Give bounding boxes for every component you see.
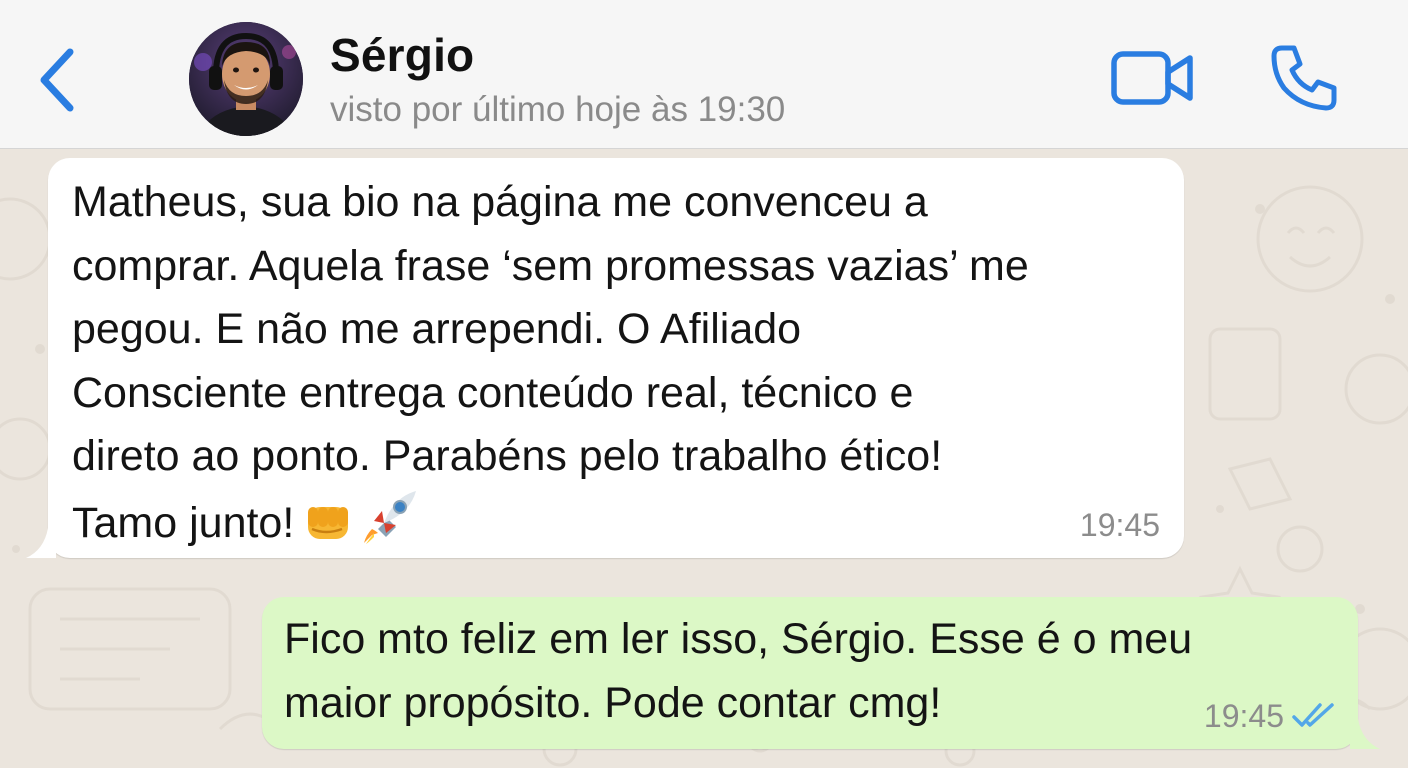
outgoing-message-time: 19:45 [1203,698,1284,734]
contact-photo [189,22,303,136]
incoming-message-body: Matheus, sua bio na página me convenceu … [72,178,1029,547]
video-call-button[interactable] [1110,48,1196,108]
phone-icon [1271,45,1337,111]
contact-name[interactable]: Sérgio [330,28,474,82]
incoming-message-bubble[interactable]: Matheus, sua bio na página me convenceu … [26,158,1184,558]
double-check-read-icon [1292,703,1334,727]
oncoming-fist-emoji [302,495,354,564]
last-seen-status: visto por último hoje às 19:30 [330,90,786,129]
rocket-emoji [362,489,418,564]
chevron-left-icon [40,48,74,112]
chat-header: Sérgio visto por último hoje às 19:30 [0,0,1408,149]
outgoing-message-bubble[interactable]: Fico mto feliz em ler isso, Sérgio. Esse… [262,597,1380,749]
incoming-message-time: 19:45 [1079,507,1160,543]
bubble-tail [26,528,56,558]
bubble-tail [1350,719,1380,749]
chat-screen: Sérgio visto por último hoje às 19:30 Ma… [0,0,1408,768]
video-camera-icon [1111,51,1193,105]
back-button[interactable] [34,44,84,116]
voice-call-button[interactable] [1268,42,1340,114]
incoming-message-text: Matheus, sua bio na página me convenceu … [72,171,1172,563]
avatar[interactable] [189,22,303,136]
message-list[interactable]: Matheus, sua bio na página me convenceu … [0,149,1408,768]
outgoing-message-text: Fico mto feliz em ler isso, Sérgio. Esse… [284,615,1193,727]
